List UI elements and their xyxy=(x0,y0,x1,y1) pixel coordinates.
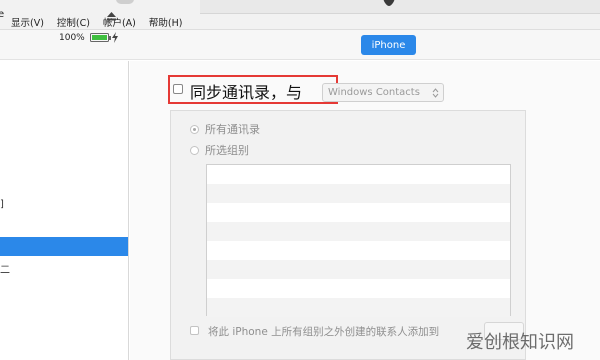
all-contacts-label: 所有通讯录 xyxy=(205,123,260,136)
all-contacts-radio[interactable] xyxy=(190,125,199,134)
menu-view[interactable]: 显示(V) xyxy=(11,15,44,29)
charging-bolt-icon xyxy=(112,32,118,43)
menu-bar: 显示(V) 控制(C) 帐户(A) 帮助(H) xyxy=(0,14,184,30)
selected-groups-label: 所选组别 xyxy=(205,144,249,157)
menu-help[interactable]: 帮助(H) xyxy=(149,15,183,29)
selected-groups-radio[interactable] xyxy=(190,146,199,155)
list-item[interactable] xyxy=(207,260,510,279)
list-item[interactable] xyxy=(207,184,510,203)
device-name: e xyxy=(0,9,5,20)
list-item[interactable] xyxy=(207,222,510,241)
contacts-source-value: Windows Contacts xyxy=(328,87,420,98)
battery-percent: 100% xyxy=(59,33,85,43)
list-item[interactable] xyxy=(207,203,510,222)
list-item[interactable] xyxy=(207,279,510,298)
battery-icon xyxy=(90,33,109,42)
list-item[interactable] xyxy=(207,241,510,260)
sidebar-item-fragment: 二 xyxy=(0,265,10,276)
volume-slider-knob[interactable] xyxy=(116,0,134,4)
apple-logo-icon xyxy=(383,0,395,6)
sync-contacts-checkbox[interactable] xyxy=(173,84,183,94)
iphone-device-button[interactable]: iPhone xyxy=(361,35,416,55)
status-display xyxy=(200,0,600,14)
contacts-source-select[interactable]: Windows Contacts xyxy=(322,83,444,102)
sync-contacts-label: 同步通讯录，与 xyxy=(190,83,303,102)
watermark: 爱创根知识网 xyxy=(466,332,574,353)
add-contacts-checkbox[interactable] xyxy=(190,326,199,335)
battery-fill xyxy=(92,35,107,40)
add-contacts-label: 将此 iPhone 上所有组别之外创建的联系人添加到 xyxy=(208,326,440,338)
list-item[interactable] xyxy=(207,165,510,184)
groups-list[interactable] xyxy=(206,164,511,317)
chevron-updown-icon xyxy=(432,88,439,98)
eject-icon[interactable] xyxy=(107,12,116,21)
list-item[interactable] xyxy=(207,298,510,317)
sidebar-item-selected[interactable] xyxy=(0,237,128,256)
battery-tip xyxy=(109,36,111,40)
sidebar-item-fragment: ] xyxy=(0,199,4,210)
menu-controls[interactable]: 控制(C) xyxy=(57,15,90,29)
sidebar xyxy=(0,61,129,360)
